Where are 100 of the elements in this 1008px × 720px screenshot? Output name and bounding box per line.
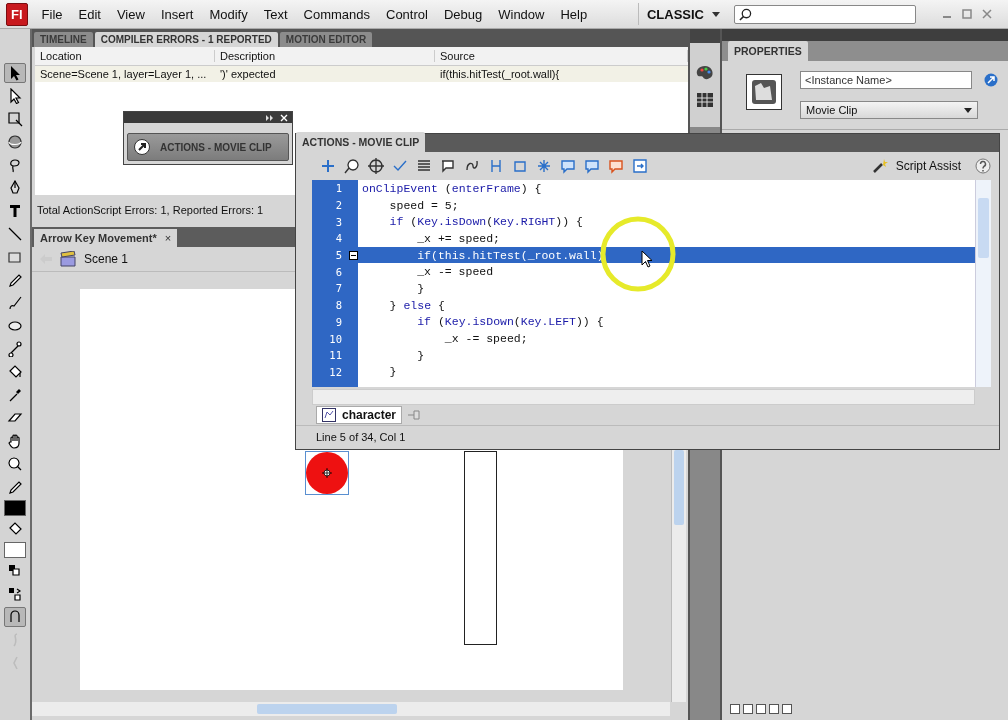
palette-icon[interactable] [696, 65, 714, 81]
panel-tab[interactable]: COMPILER ERRORS - 1 REPORTED [94, 32, 278, 47]
code-line: } [416, 347, 426, 364]
panel-tab[interactable]: ACTIONS - MOVIE CLIP [296, 132, 426, 152]
instance-name-field[interactable]: <Instance Name> [800, 71, 972, 89]
code-line: } else { [388, 297, 446, 314]
menu-item[interactable]: Help [560, 6, 588, 22]
snap-icon [7, 609, 23, 625]
line-number: 9 [334, 315, 342, 328]
brush-icon [7, 295, 23, 311]
error-summary: Total ActionScript Errors: 1, Reported Errors: 1 [36, 203, 265, 218]
hand-icon [7, 433, 23, 449]
rectangle-icon [7, 249, 23, 265]
scene-label[interactable]: Scene 1 [84, 252, 129, 266]
column-header[interactable]: Description [215, 50, 435, 62]
rotation-icon [7, 134, 23, 150]
menu-item[interactable]: Debug [443, 6, 483, 22]
find-icon[interactable] [344, 158, 360, 174]
workspace-switcher[interactable]: CLASSIC [637, 3, 720, 25]
ball-drawing[interactable] [305, 451, 349, 495]
menu-item[interactable]: Insert [160, 6, 194, 22]
code-line: onClipEvent (enterFrame) { [361, 180, 543, 197]
code-line: speed = 5; [388, 197, 460, 214]
clapperboard-icon [60, 251, 76, 267]
dock-header [690, 29, 720, 43]
script-tab[interactable]: character [316, 406, 403, 424]
grid-icon[interactable] [697, 93, 713, 107]
deco-icon [7, 318, 23, 334]
stroke-icon [7, 479, 23, 495]
line-number: 11 [328, 349, 342, 362]
search-field[interactable] [734, 4, 916, 24]
menu-item[interactable]: Text [263, 6, 288, 22]
target-icon[interactable] [368, 158, 384, 174]
table-cell-text: Scene=Scene 1, layer=Layer 1, ... [39, 68, 208, 80]
format-icon[interactable] [416, 158, 432, 174]
fill-icon [7, 521, 23, 537]
apply-icon[interactable] [632, 158, 648, 174]
help-link-icon[interactable] [984, 73, 998, 87]
movie-clip-icon [322, 408, 336, 422]
code-line: } [416, 280, 426, 297]
wall-rectangle[interactable] [464, 451, 497, 645]
menu-item[interactable]: Control [386, 6, 428, 22]
line-icon [7, 226, 23, 242]
pointer-icon [641, 250, 653, 268]
maximize-icon[interactable] [962, 9, 972, 19]
bone-icon [7, 341, 23, 357]
actions-panel-button[interactable]: ACTIONS - MOVIE CLIP [127, 133, 289, 161]
comment-icon[interactable] [584, 158, 600, 174]
script-assist-toggle[interactable]: Script Assist [895, 159, 961, 173]
help-icon[interactable] [975, 158, 991, 174]
subselect-icon [7, 88, 23, 104]
line-number: 1 [334, 182, 342, 195]
line-number: 2 [334, 199, 342, 212]
code-line: _x += speed; [416, 230, 502, 247]
vertical-scrollbar[interactable] [671, 448, 686, 702]
swap-colors-icon [7, 586, 23, 602]
color-swatch[interactable] [4, 500, 26, 516]
tool-button[interactable] [4, 63, 26, 83]
caret-icon [712, 11, 720, 17]
menu-item[interactable]: File [41, 6, 63, 22]
document-tab[interactable]: Arrow Key Movement* × [34, 229, 178, 247]
column-header[interactable]: Location [35, 50, 215, 62]
comment-icon[interactable] [608, 158, 624, 174]
add-icon[interactable] [320, 158, 336, 174]
wand-icon [871, 158, 888, 174]
horizontal-scrollbar[interactable] [32, 702, 670, 716]
line-number: 7 [334, 282, 342, 295]
eyedropper-icon [7, 387, 23, 403]
code-line: _x -= speed [416, 264, 495, 281]
code-line: } [388, 364, 398, 381]
horizontal-scrollbar[interactable] [312, 389, 975, 405]
line-number: 6 [334, 265, 342, 278]
color-swatch[interactable] [4, 542, 26, 558]
menu-item[interactable]: Edit [78, 6, 101, 22]
panel-tab[interactable]: PROPERTIES [728, 41, 808, 61]
code-hint-icon[interactable] [440, 158, 456, 174]
search-icon [739, 7, 752, 21]
comment-icon[interactable] [560, 158, 576, 174]
default-colors-icon [7, 563, 23, 579]
line-number: 5 [334, 249, 342, 262]
tool-button[interactable] [4, 607, 26, 627]
check-icon[interactable] [392, 158, 408, 174]
line-number: 12 [328, 365, 342, 378]
movie-clip-symbol-icon [746, 74, 782, 110]
symbol-type-dropdown[interactable]: Movie Clip [800, 101, 978, 119]
text-icon [7, 203, 23, 219]
pencil-icon [7, 272, 23, 288]
table-cell-text: if(this.hitTest(_root.wall){ [439, 68, 561, 80]
table-cell-text: ')' expected [219, 68, 277, 80]
status-text: Line 5 of 34, Col 1 [315, 430, 407, 445]
menu-item[interactable]: Modify [209, 6, 248, 22]
menu-item[interactable]: Commands [303, 6, 370, 22]
lasso-icon [7, 157, 23, 173]
menu-item[interactable]: View [116, 6, 145, 22]
app-logo: Fl [6, 2, 28, 26]
line-number: 3 [334, 215, 342, 228]
fold-icon[interactable] [349, 250, 358, 260]
vertical-scrollbar[interactable] [975, 180, 991, 387]
caret-icon [964, 107, 972, 113]
menu-item[interactable]: Window [498, 6, 545, 22]
